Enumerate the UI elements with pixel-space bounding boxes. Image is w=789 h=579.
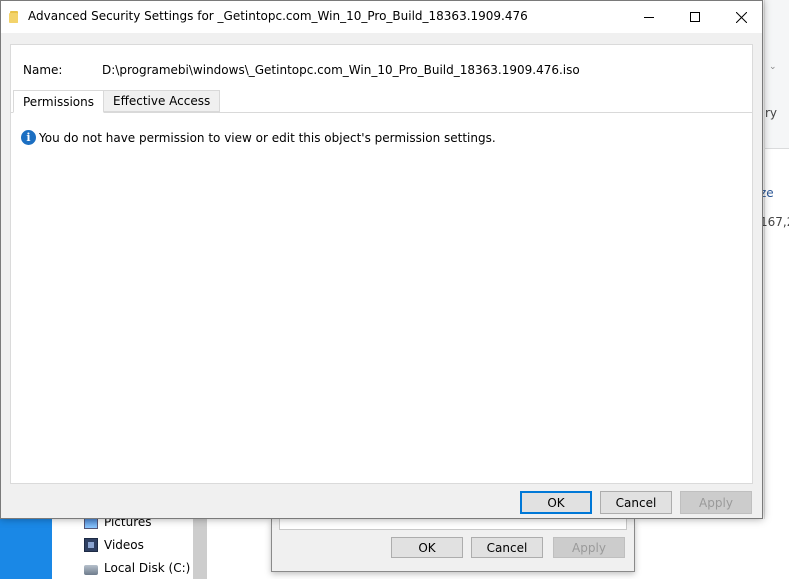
tab-divider xyxy=(11,112,752,113)
tab-permissions[interactable]: Permissions xyxy=(13,90,104,113)
nav-item-label: Local Disk (C:) xyxy=(104,561,191,575)
permission-message-text: You do not have permission to view or ed… xyxy=(39,130,496,145)
cancel-button[interactable]: Cancel xyxy=(600,491,672,514)
properties-ok-button[interactable]: OK xyxy=(391,537,463,558)
background-blue-strip xyxy=(0,519,52,579)
tab-effective-access[interactable]: Effective Access xyxy=(102,90,221,112)
minimize-button[interactable] xyxy=(626,1,672,33)
dialog-content-panel: Name: D:\programebi\windows\_Getintopc.c… xyxy=(10,44,753,484)
info-icon: i xyxy=(21,130,36,145)
permission-message: i You do not have permission to view or … xyxy=(21,130,496,145)
properties-listbox xyxy=(279,519,627,530)
minimize-icon xyxy=(644,17,654,18)
close-button[interactable] xyxy=(718,1,764,33)
properties-window: OK Cancel Apply xyxy=(271,519,635,572)
nav-item-label: Videos xyxy=(104,538,144,552)
object-path: D:\programebi\windows\_Getintopc.com_Win… xyxy=(102,63,580,77)
ribbon-text-fragment: ry xyxy=(765,106,778,120)
advanced-security-settings-dialog: Advanced Security Settings for _Getintop… xyxy=(0,0,763,519)
local-disk-icon xyxy=(84,565,98,575)
maximize-button[interactable] xyxy=(672,1,718,33)
window-title: Advanced Security Settings for _Getintop… xyxy=(28,9,528,23)
size-value-fragment: 167,2 xyxy=(760,215,789,229)
videos-icon xyxy=(84,538,98,552)
apply-button[interactable]: Apply xyxy=(680,491,752,514)
tab-bar: Permissions Effective Access xyxy=(13,90,221,113)
nav-scrollbar[interactable] xyxy=(193,519,207,579)
close-icon xyxy=(735,11,747,23)
ok-button[interactable]: OK xyxy=(520,491,592,514)
ribbon-fragment: ⌄ ry xyxy=(765,0,789,149)
name-label: Name: xyxy=(23,63,63,77)
nav-item-local-disk[interactable]: Local Disk (C:) xyxy=(84,559,190,577)
properties-cancel-button[interactable]: Cancel xyxy=(471,537,543,558)
nav-item-videos[interactable]: Videos xyxy=(84,536,144,554)
chevron-down-icon: ⌄ xyxy=(769,62,777,72)
folder-icon xyxy=(9,11,18,23)
maximize-icon xyxy=(690,12,700,22)
explorer-right-edge: ⌄ ry ze 167,2 xyxy=(760,0,789,519)
properties-apply-button[interactable]: Apply xyxy=(553,537,625,558)
title-bar[interactable]: Advanced Security Settings for _Getintop… xyxy=(1,1,762,33)
